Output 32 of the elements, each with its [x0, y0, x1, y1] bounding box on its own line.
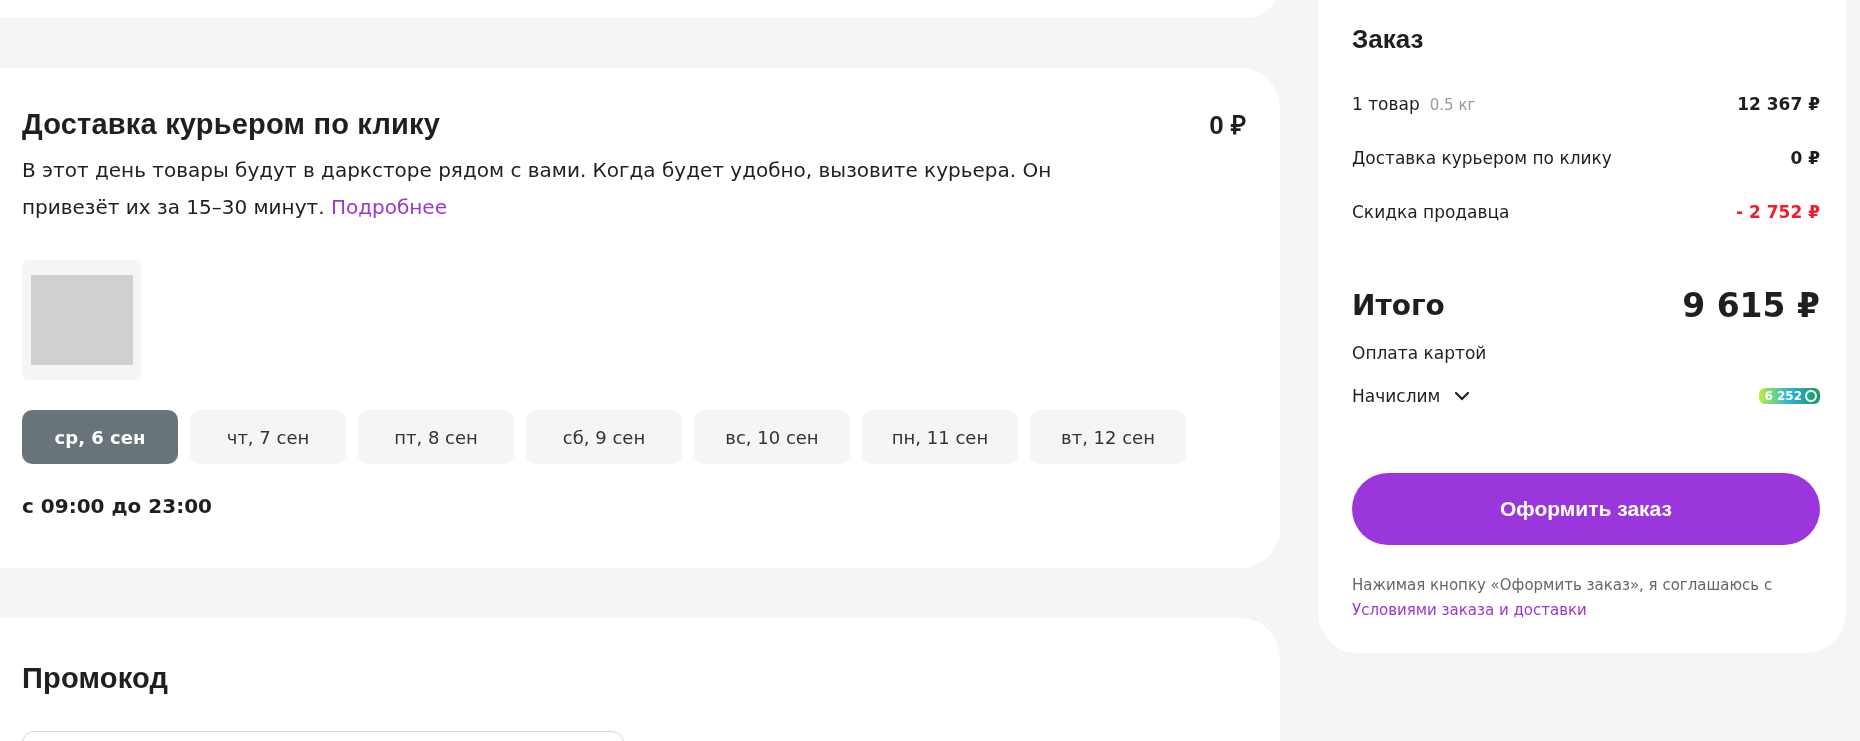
delivery-title: Доставка курьером по клику	[22, 107, 441, 141]
date-chip[interactable]: ср, 6 сен	[22, 410, 178, 464]
line-label: Скидка продавца	[1352, 202, 1510, 222]
chevron-down-icon	[1454, 391, 1471, 401]
date-chip[interactable]: пт, 8 сен	[358, 410, 514, 464]
payment-method: Оплата картой	[1352, 342, 1488, 365]
product-thumbnail[interactable]	[22, 260, 141, 380]
promo-title: Промокод	[22, 662, 170, 695]
agreement-text: Нажимая кнопку «Оформить заказ», я соглашаюсь с Условиями заказа и доставки	[1352, 575, 1774, 621]
date-chip[interactable]: вт, 12 сен	[1030, 410, 1186, 464]
delivery-price: 0 ₽	[1209, 109, 1246, 142]
line-label: 1 товар	[1352, 94, 1420, 114]
bonus-amount: 6 252	[1764, 389, 1802, 403]
date-chip[interactable]: пн, 11 сен	[862, 410, 1018, 464]
total-label: Итого	[1352, 288, 1445, 322]
line-value: - 2 752 ₽	[1736, 202, 1820, 222]
terms-link[interactable]: Условиями заказа и доставки	[1352, 601, 1587, 619]
checkout-button[interactable]: Оформить заказ	[1352, 473, 1820, 545]
date-chip[interactable]: вс, 10 сен	[694, 410, 850, 464]
weight-note: 0.5 кг	[1429, 96, 1476, 114]
order-title: Заказ	[1352, 24, 1425, 55]
delivery-description: В этот день товары будут в дарксторе рядом с вами. Когда будет удобно, вызовите курьера. Он привезёт их за 15–30 минут. Подробнее	[22, 157, 1053, 221]
coin-icon	[1805, 390, 1817, 402]
more-link[interactable]: Подробнее	[330, 195, 447, 219]
line-value: 12 367 ₽	[1737, 94, 1820, 114]
bonus-toggle[interactable]: Начислим	[1352, 386, 1471, 406]
line-label: Доставка курьером по клику	[1352, 148, 1612, 168]
total-value: 9 615 ₽	[1682, 285, 1820, 325]
delivery-time: с 09:00 до 23:00	[22, 494, 213, 518]
date-chip[interactable]: сб, 9 сен	[526, 410, 682, 464]
date-chip[interactable]: чт, 7 сен	[190, 410, 346, 464]
line-value: 0 ₽	[1790, 148, 1820, 168]
